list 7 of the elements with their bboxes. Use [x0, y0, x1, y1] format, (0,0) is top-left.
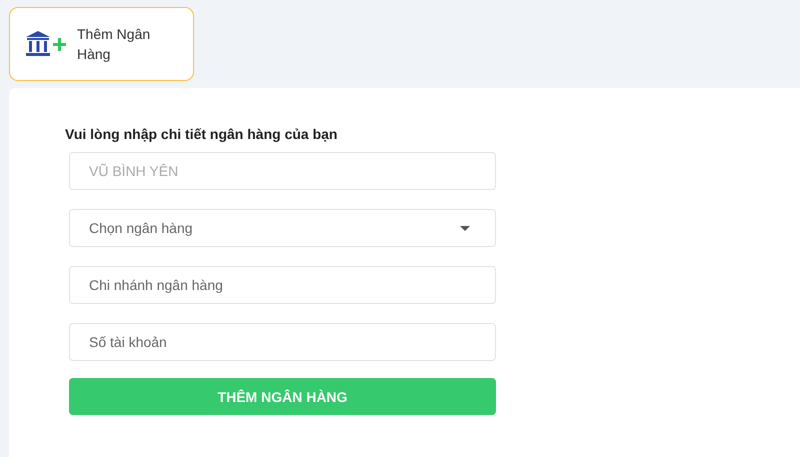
add-bank-tab[interactable]: Thêm Ngân Hàng — [9, 7, 194, 81]
bank-select[interactable]: Chọn ngân hàng — [69, 209, 496, 247]
input-field[interactable]: Chi nhánh ngân hàng — [69, 266, 496, 304]
caret-icon — [460, 226, 470, 231]
input-field[interactable]: Số tài khoản — [69, 323, 496, 361]
form-heading: Vui lòng nhập chi tiết ngân hàng của bạn — [65, 126, 338, 142]
add-bank-button[interactable]: THÊM NGÂN HÀNG — [69, 378, 496, 415]
